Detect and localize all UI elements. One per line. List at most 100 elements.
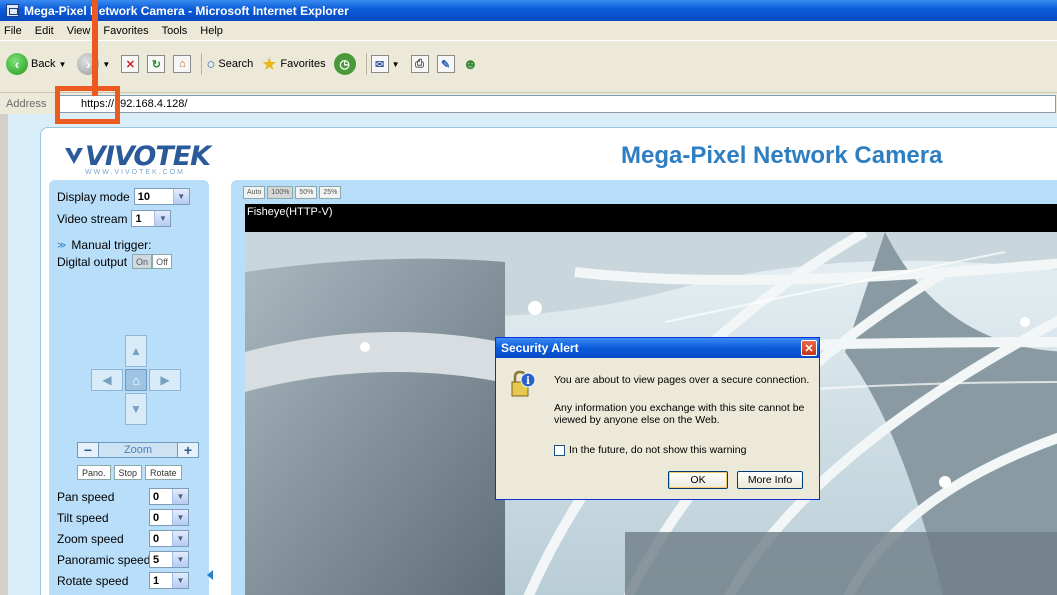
size-25-button[interactable]: 25% (319, 186, 342, 199)
expand-arrow-icon: ≫ (57, 239, 67, 250)
menu-file[interactable]: File (4, 25, 22, 37)
rotate-button[interactable]: Rotate (145, 465, 182, 480)
menu-edit[interactable]: Edit (35, 25, 54, 37)
print-button[interactable]: ⎙ (410, 55, 429, 73)
tilt-speed-label: Tilt speed (57, 510, 109, 525)
pan-left-button[interactable]: ◀ (91, 369, 123, 391)
lock-info-icon: i (511, 370, 536, 397)
chevron-down-icon: ▼ (154, 211, 171, 226)
dont-show-checkbox-row[interactable]: In the future, do not show this warning (554, 444, 746, 456)
menu-tools[interactable]: Tools (162, 25, 188, 37)
dialog-close-button[interactable]: ✕ (801, 340, 817, 356)
ptz-control-pad: ▲ ◀ ⌂ ▶ ▼ (91, 335, 181, 425)
video-stream-label: Video stream (57, 211, 128, 226)
zoom-out-button[interactable]: − (77, 442, 99, 458)
tilt-speed-row: Tilt speed 0 ▼ (57, 509, 207, 526)
menu-help[interactable]: Help (200, 25, 223, 37)
digital-output-row: Digital output On Off (57, 254, 172, 269)
home-icon: ⌂ (173, 55, 192, 73)
zoom-in-button[interactable]: + (177, 442, 199, 458)
zoom-control: − Zoom + (77, 442, 199, 458)
search-button[interactable]: ○ Search (206, 56, 253, 73)
messenger-button[interactable]: ☻ (463, 56, 479, 73)
size-auto-button[interactable]: Auto (243, 186, 266, 199)
pan-speed-label: Pan speed (57, 489, 115, 504)
zoom-label: Zoom (99, 442, 177, 458)
tilt-up-button[interactable]: ▲ (125, 335, 147, 367)
pan-speed-select[interactable]: 0 ▼ (149, 488, 189, 505)
arrow-right-icon: ▶ (160, 373, 170, 387)
dialog-message-2: Any information you exchange with this s… (554, 402, 805, 426)
dont-show-label: In the future, do not show this warning (569, 444, 747, 456)
tilt-speed-select[interactable]: 0 ▼ (149, 509, 189, 526)
dialog-message-1: You are about to view pages over a secur… (554, 374, 810, 386)
display-mode-select[interactable]: 10 ▼ (133, 188, 190, 205)
dropdown-arrow-icon[interactable]: ▼ (392, 60, 400, 69)
pan-speed-value: 0 (153, 490, 160, 503)
manual-trigger-row[interactable]: ≫ Manual trigger: (57, 238, 151, 252)
dont-show-checkbox[interactable] (554, 444, 565, 456)
ok-button[interactable]: OK (668, 471, 728, 489)
search-icon: ○ (206, 55, 216, 73)
tilt-down-button[interactable]: ▼ (125, 393, 147, 425)
view-size-buttons: Auto 100% 50% 25% (243, 186, 343, 199)
annotation-pointer (92, 0, 98, 96)
history-button[interactable]: ◷ (333, 53, 356, 75)
back-button[interactable]: ‹ Back ▼ (6, 53, 69, 75)
ie-window-icon (6, 4, 19, 17)
home-button[interactable]: ⌂ (173, 55, 192, 73)
refresh-button[interactable]: ↻ (147, 55, 166, 73)
chevron-down-icon: ▼ (172, 510, 188, 525)
stop-button[interactable]: Stop (113, 465, 143, 480)
close-icon: ✕ (804, 342, 814, 355)
panoramic-speed-row: Panoramic speed 5 ▼ (57, 551, 207, 568)
pano-button[interactable]: Pano. (77, 465, 111, 480)
home-position-button[interactable]: ⌂ (125, 369, 147, 391)
vivotek-mark-icon (65, 148, 83, 164)
arrow-down-icon: ▼ (130, 402, 142, 416)
dropdown-arrow-icon[interactable]: ▼ (58, 60, 66, 69)
menu-view[interactable]: View (67, 25, 91, 37)
menu-favorites[interactable]: Favorites (103, 25, 148, 37)
rotate-speed-value: 1 (153, 574, 160, 587)
panoramic-speed-value: 5 (153, 553, 160, 566)
pan-right-button[interactable]: ▶ (149, 369, 181, 391)
panoramic-speed-label: Panoramic speed (57, 552, 151, 567)
address-label: Address (6, 97, 47, 110)
digital-output-toggle: On Off (132, 254, 172, 269)
video-stream-select[interactable]: 1 ▼ (131, 210, 172, 227)
dialog-title: Security Alert (501, 341, 579, 355)
dialog-titlebar: Security Alert (496, 338, 819, 358)
mail-button[interactable]: ✉ ▼ (370, 55, 403, 73)
logo-text: VIVOTEK (85, 141, 211, 172)
rotate-speed-select[interactable]: 1 ▼ (149, 572, 189, 589)
edit-button[interactable]: ✎ (436, 55, 455, 73)
screen: { "window": { "title": "Mega-Pixel Netwo… (0, 0, 1057, 595)
window-title: Mega-Pixel Network Camera - Microsoft In… (24, 3, 349, 18)
back-arrow-icon: ‹ (6, 53, 28, 75)
address-input[interactable]: https://192.168.4.128/ (56, 94, 1056, 113)
collapse-panel-icon[interactable] (207, 570, 213, 580)
digital-output-label: Digital output (57, 254, 128, 269)
panoramic-speed-select[interactable]: 5 ▼ (149, 551, 189, 568)
back-label: Back (31, 58, 56, 70)
ptz-action-buttons: Pano. Stop Rotate (77, 465, 185, 480)
search-label: Search (218, 58, 254, 70)
arrow-left-icon: ◀ (102, 373, 112, 387)
size-50-button[interactable]: 50% (295, 186, 318, 199)
dropdown-arrow-icon[interactable]: ▼ (102, 60, 110, 69)
page-title: Mega-Pixel Network Camera (621, 142, 943, 169)
stop-button[interactable]: ✕ (121, 55, 140, 73)
more-info-button[interactable]: More Info (737, 471, 803, 489)
on-button[interactable]: On (132, 254, 153, 269)
favorites-button[interactable]: ★ Favorites (261, 54, 325, 75)
zoom-speed-select[interactable]: 0 ▼ (149, 530, 189, 547)
rotate-speed-label: Rotate speed (57, 573, 129, 588)
stop-icon: ✕ (121, 55, 140, 73)
toolbar-separator (201, 53, 203, 75)
off-button[interactable]: Off (152, 254, 172, 269)
mail-icon: ✉ (370, 55, 389, 73)
size-100-button[interactable]: 100% (267, 186, 294, 199)
logo-url: WWW.VIVOTEK.COM (85, 169, 185, 176)
chevron-down-icon: ▼ (172, 489, 188, 504)
